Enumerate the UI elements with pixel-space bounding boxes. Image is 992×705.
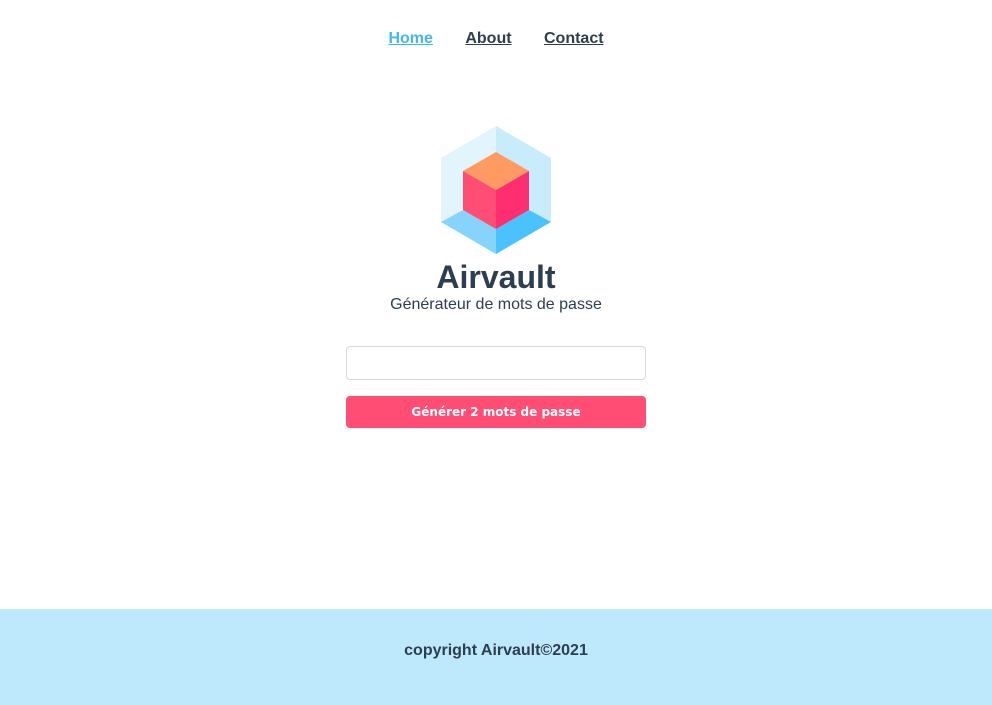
- brand-title: Airvault: [436, 259, 556, 295]
- nav-link-about[interactable]: About: [465, 30, 511, 48]
- nav-link-home[interactable]: Home: [388, 30, 432, 48]
- nav-link-contact[interactable]: Contact: [544, 30, 604, 48]
- page: Home About Contact Airvault Générateur d…: [0, 0, 992, 705]
- top-nav: Home About Contact: [0, 30, 992, 48]
- site-footer: copyright Airvault©2021: [0, 609, 992, 705]
- hexagon-cube-logo: [441, 126, 551, 254]
- copyright-text: copyright Airvault©2021: [404, 642, 588, 659]
- generate-passwords-button[interactable]: Générer 2 mots de passe: [346, 396, 646, 428]
- password-options-input[interactable]: [346, 346, 646, 380]
- brand-subtitle: Générateur de mots de passe: [390, 296, 602, 313]
